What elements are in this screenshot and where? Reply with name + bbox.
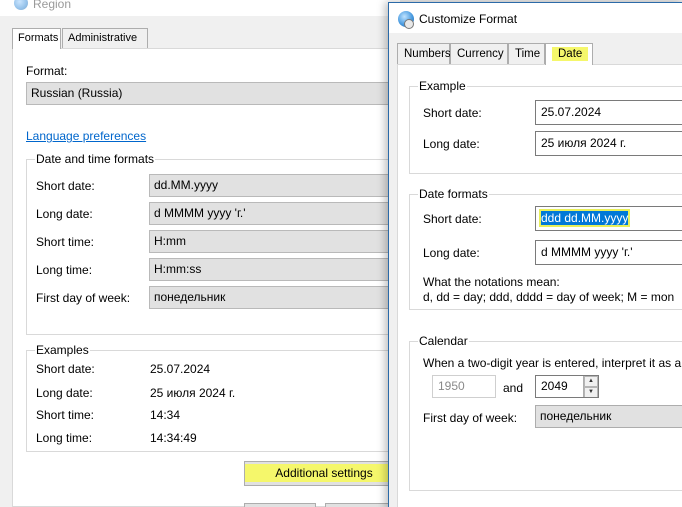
- cancel-button[interactable]: [325, 503, 397, 507]
- long-time-label: Long time:: [36, 263, 93, 277]
- date-time-formats-title: Date and time formats: [35, 152, 156, 166]
- customize-titlebar: Customize Format: [389, 3, 682, 33]
- first-day-select[interactable]: понедельник: [149, 286, 411, 309]
- short-time-label: Short time:: [36, 235, 95, 249]
- additional-settings-label: Additional settings: [245, 464, 403, 482]
- example-long-date-value: 25 июля 2024 г.: [150, 386, 236, 400]
- notations-text: d, dd = day; ddd, dddd = day of week; M …: [423, 290, 675, 304]
- short-date-format-label: Short date:: [423, 212, 482, 226]
- example-group: Example Short date: 25.07.2024 Long date…: [409, 79, 682, 174]
- examples-title: Examples: [35, 343, 90, 357]
- date-time-formats-group: Date and time formats Short date: dd.MM.…: [26, 152, 411, 335]
- year-to-value: 2049: [541, 379, 568, 393]
- long-time-select[interactable]: H:mm:ss: [149, 258, 411, 281]
- customize-title: Customize Format: [419, 12, 518, 26]
- example-long-time-label: Long time:: [36, 431, 93, 445]
- tab-numbers[interactable]: Numbers: [397, 43, 451, 64]
- year-and-label: and: [503, 381, 524, 395]
- short-date-select[interactable]: dd.MM.yyyy: [149, 174, 411, 197]
- example-long-date-label: Long date:: [36, 386, 93, 400]
- tab-date[interactable]: Date: [545, 43, 593, 65]
- year-to-input[interactable]: 2049 ▲ ▼: [535, 375, 599, 398]
- spin-up-icon[interactable]: ▲: [584, 376, 598, 387]
- region-dialog: Region Formats Administrative Format: Ru…: [0, 0, 411, 507]
- long-date-label: Long date:: [36, 207, 93, 221]
- example-short-date-label: Short date:: [423, 106, 482, 120]
- long-date-format-label: Long date:: [423, 246, 480, 260]
- long-date-select[interactable]: d MMMM yyyy 'г.': [149, 202, 411, 225]
- customize-format-dialog: Customize Format Numbers Currency Time D…: [388, 2, 682, 507]
- date-formats-group: Date formats Short date: ddd dd.MM.yyyy …: [409, 187, 682, 310]
- calendar-first-day-label: First day of week:: [423, 411, 518, 425]
- example-title: Example: [418, 79, 467, 93]
- language-preferences-link[interactable]: Language preferences: [26, 129, 146, 143]
- example-short-time-value: 14:34: [150, 408, 181, 422]
- globe-icon: [14, 0, 28, 10]
- example-short-date-output: 25.07.2024: [535, 100, 682, 125]
- additional-settings-button[interactable]: Additional settings: [244, 461, 404, 486]
- example-short-time-label: Short time:: [36, 408, 95, 422]
- short-date-format-combo[interactable]: ddd dd.MM.yyyy: [535, 206, 682, 231]
- calendar-first-day-select[interactable]: понедельник: [535, 405, 682, 428]
- long-date-format-combo[interactable]: d MMMM yyyy 'г.': [535, 240, 682, 265]
- date-pane: Example Short date: 25.07.2024 Long date…: [397, 64, 682, 507]
- year-from-input: 1950: [432, 375, 496, 398]
- region-formats-pane: Format: Russian (Russia) Language prefer…: [12, 48, 411, 507]
- calendar-title: Calendar: [418, 334, 469, 348]
- short-date-format-selected-text: ddd dd.MM.yyyy: [541, 211, 629, 225]
- format-select[interactable]: Russian (Russia): [26, 82, 406, 105]
- region-title: Region: [33, 0, 72, 11]
- date-formats-title: Date formats: [418, 187, 489, 201]
- short-date-label: Short date:: [36, 179, 95, 193]
- tab-time[interactable]: Time: [508, 43, 545, 64]
- example-long-time-value: 14:34:49: [150, 431, 197, 445]
- region-titlebar: Region: [0, 0, 400, 16]
- spin-down-icon[interactable]: ▼: [584, 387, 598, 397]
- ok-button[interactable]: [244, 503, 316, 507]
- first-day-label: First day of week:: [36, 291, 131, 305]
- tab-date-label: Date: [552, 47, 589, 61]
- tab-currency[interactable]: Currency: [450, 43, 508, 64]
- format-label: Format:: [26, 64, 68, 78]
- calendar-group: Calendar When a two-digit year is entere…: [409, 334, 682, 491]
- two-digit-year-text: When a two-digit year is entered, interp…: [423, 356, 682, 370]
- tab-administrative[interactable]: Administrative: [62, 28, 148, 48]
- example-short-date-label: Short date:: [36, 362, 95, 376]
- globe-clock-icon: [398, 11, 414, 29]
- short-time-select[interactable]: H:mm: [149, 230, 411, 253]
- examples-group: Examples Short date: 25.07.2024 Long dat…: [26, 343, 411, 452]
- year-spinner[interactable]: ▲ ▼: [583, 376, 598, 397]
- example-long-date-label: Long date:: [423, 137, 480, 151]
- example-long-date-output: 25 июля 2024 г.: [535, 131, 682, 156]
- notations-title: What the notations mean:: [423, 275, 560, 289]
- tab-formats[interactable]: Formats: [12, 28, 61, 49]
- example-short-date-value: 25.07.2024: [150, 362, 211, 376]
